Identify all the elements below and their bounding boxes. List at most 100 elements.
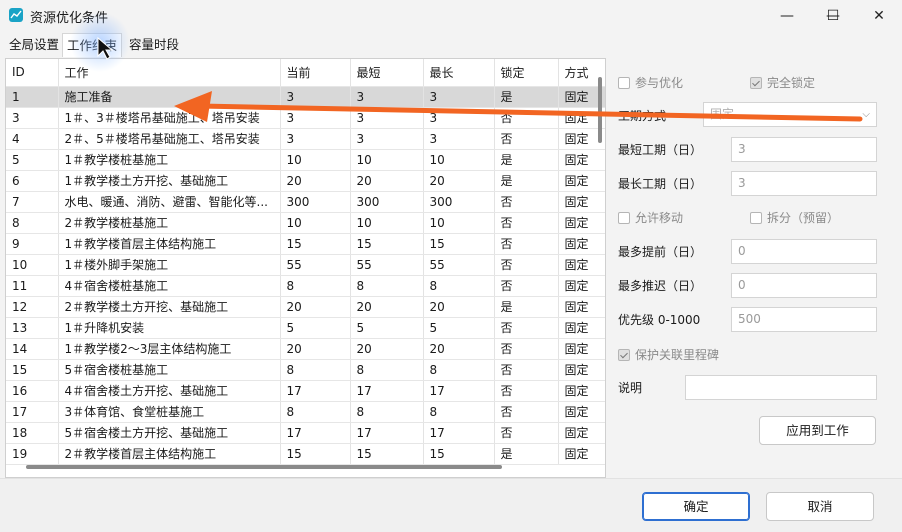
- table-row[interactable]: 4 2＃、5＃楼塔吊基础施工、塔吊安装 3 3 3 否固定: [6, 128, 605, 150]
- max-duration-field[interactable]: 3: [731, 171, 877, 196]
- cell-current: 8: [280, 359, 351, 381]
- table-row[interactable]: 10 1＃楼外脚手架施工 55 55 55 否固定: [6, 254, 605, 276]
- cell-mode: 固定: [558, 317, 605, 339]
- participate-checkbox[interactable]: 参与优化: [618, 74, 683, 91]
- table-row[interactable]: 14 1＃教学楼2～3层主体结构施工 20 20 20 否固定: [6, 338, 605, 360]
- allow-move-checkbox[interactable]: 允许移动: [618, 209, 683, 226]
- work-table: ID 工作 当前 最短 最长 锁定 方式 1 施工准备 3 3 3 是固定 3 1＃、3＃楼塔…: [5, 58, 606, 478]
- cell-mode: 固定: [558, 170, 605, 192]
- cell-current: 10: [280, 212, 351, 234]
- cell-id: 3: [6, 107, 59, 129]
- table-row[interactable]: 5 1＃教学楼桩基施工 10 10 10 是固定: [6, 149, 605, 171]
- cell-mode: 固定: [558, 191, 605, 213]
- cell-current: 55: [280, 254, 351, 276]
- cell-work: 1＃教学楼土方开挖、基础施工: [58, 170, 281, 192]
- table-row[interactable]: 13 1＃升降机安装 5 5 5 否固定: [6, 317, 605, 339]
- table-row[interactable]: 8 2＃教学楼桩基施工 10 10 10 否固定: [6, 212, 605, 234]
- tab-global-settings[interactable]: 全局设置: [5, 33, 63, 57]
- cell-min: 55: [350, 254, 424, 276]
- note-field[interactable]: [685, 375, 877, 400]
- cell-min: 8: [350, 401, 424, 423]
- cell-mode: 固定: [558, 296, 605, 318]
- cell-min: 20: [350, 338, 424, 360]
- cell-id: 1: [6, 86, 59, 108]
- cell-max: 17: [423, 422, 495, 444]
- cell-work: 2＃教学楼土方开挖、基础施工: [58, 296, 281, 318]
- close-button[interactable]: ✕: [856, 0, 902, 31]
- column-header-current[interactable]: 当前: [280, 59, 351, 87]
- cell-mode: 固定: [558, 233, 605, 255]
- maximize-button[interactable]: ☐: [810, 0, 856, 31]
- cell-locked: 否: [494, 401, 559, 423]
- protect-milestone-label: 保护关联里程碑: [635, 348, 720, 362]
- table-row[interactable]: 15 5＃宿舍楼桩基施工 8 8 8 否固定: [6, 359, 605, 381]
- max-delay-field[interactable]: 0: [731, 273, 877, 298]
- table-row[interactable]: 6 1＃教学楼土方开挖、基础施工 20 20 20 是固定: [6, 170, 605, 192]
- table-row[interactable]: 17 3＃体育馆、食堂桩基施工 8 8 8 否固定: [6, 401, 605, 423]
- table-row[interactable]: 16 4＃宿舍楼土方开挖、基础施工 17 17 17 否固定: [6, 380, 605, 402]
- cell-id: 19: [6, 443, 59, 465]
- cell-locked: 是: [494, 443, 559, 465]
- cell-locked: 是: [494, 149, 559, 171]
- cell-work: 水电、暖通、消防、避雷、智能化等...: [58, 191, 281, 213]
- cell-current: 3: [280, 128, 351, 150]
- cell-mode: 固定: [558, 338, 605, 360]
- min-duration-field[interactable]: 3: [731, 137, 877, 162]
- column-header-id[interactable]: ID: [6, 59, 59, 87]
- table-row[interactable]: 19 2＃教学楼首层主体结构施工 15 15 15 是固定: [6, 443, 605, 465]
- table-row[interactable]: 9 1＃教学楼首层主体结构施工 15 15 15 否固定: [6, 233, 605, 255]
- cancel-button[interactable]: 取消: [766, 492, 874, 521]
- min-duration-label: 最短工期（日）: [618, 143, 703, 157]
- cell-current: 3: [280, 86, 351, 108]
- cell-work: 4＃宿舍楼桩基施工: [58, 275, 281, 297]
- cell-locked: 否: [494, 191, 559, 213]
- cell-mode: 固定: [558, 254, 605, 276]
- vertical-scrollbar[interactable]: [598, 77, 602, 143]
- column-header-max[interactable]: 最长: [423, 59, 495, 87]
- minimize-btn[interactable]: —: [764, 0, 810, 31]
- column-header-locked[interactable]: 锁定: [494, 59, 559, 87]
- participate-label: 参与优化: [635, 76, 684, 90]
- table-row[interactable]: 11 4＃宿舍楼桩基施工 8 8 8 否固定: [6, 275, 605, 297]
- cell-locked: 否: [494, 275, 559, 297]
- apply-to-work-button[interactable]: 应用到工作: [759, 416, 876, 445]
- cell-max: 3: [423, 128, 495, 150]
- tab-capacity-periods[interactable]: 容量时段: [125, 33, 183, 57]
- mode-label: 工期方式: [618, 109, 667, 123]
- cell-id: 12: [6, 296, 59, 318]
- full-lock-checkbox[interactable]: 完全锁定: [750, 74, 815, 91]
- column-header-min[interactable]: 最短: [350, 59, 424, 87]
- protect-milestone-checkbox[interactable]: 保护关联里程碑: [618, 346, 719, 363]
- cell-max: 10: [423, 212, 495, 234]
- ok-button[interactable]: 确定: [642, 492, 750, 521]
- priority-field[interactable]: 500: [731, 307, 877, 332]
- cell-min: 15: [350, 233, 424, 255]
- cell-current: 20: [280, 338, 351, 360]
- split-checkbox[interactable]: 拆分（预留）: [750, 209, 839, 226]
- mode-select[interactable]: 固定 ⌵: [703, 102, 877, 127]
- max-advance-field[interactable]: 0: [731, 239, 877, 264]
- table-row[interactable]: 12 2＃教学楼土方开挖、基础施工 20 20 20 是固定: [6, 296, 605, 318]
- cell-current: 10: [280, 149, 351, 171]
- cell-locked: 否: [494, 233, 559, 255]
- table-row[interactable]: 7 水电、暖通、消防、避雷、智能化等... 300 300 300 否固定: [6, 191, 605, 213]
- cell-min: 17: [350, 380, 424, 402]
- table-row[interactable]: 1 施工准备 3 3 3 是固定: [6, 86, 605, 108]
- table-row[interactable]: 18 5＃宿舍楼土方开挖、基础施工 17 17 17 否固定: [6, 422, 605, 444]
- cell-locked: 否: [494, 422, 559, 444]
- cell-work: 1＃、3＃楼塔吊基础施工、塔吊安装: [58, 107, 281, 129]
- cell-id: 18: [6, 422, 59, 444]
- dialog-footer: 确定 取消: [0, 478, 902, 532]
- tab-work-constraints[interactable]: 工作约束: [62, 33, 123, 57]
- constraint-panel: 参与优化 完全锁定 工期方式 固定 ⌵ 最短工期（日） 3 最长工期（日） 3 …: [610, 58, 902, 478]
- column-header-work[interactable]: 工作: [58, 59, 281, 87]
- cell-id: 6: [6, 170, 59, 192]
- cell-current: 20: [280, 170, 351, 192]
- cell-work: 1＃教学楼首层主体结构施工: [58, 233, 281, 255]
- mode-value: 固定: [710, 107, 735, 121]
- cell-work: 5＃宿舍楼桩基施工: [58, 359, 281, 381]
- cell-locked: 否: [494, 338, 559, 360]
- table-row[interactable]: 3 1＃、3＃楼塔吊基础施工、塔吊安装 3 3 3 否固定: [6, 107, 605, 129]
- cell-max: 15: [423, 443, 495, 465]
- horizontal-scrollbar[interactable]: [26, 465, 502, 469]
